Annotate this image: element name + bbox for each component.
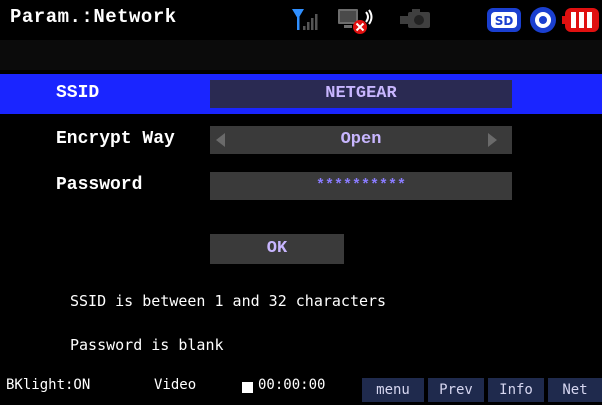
timecode: 00:00:00 [258,377,326,393]
password-label: Password [56,175,143,195]
encrypt-way-label: Encrypt Way [56,129,175,149]
record-indicator-icon [242,382,253,393]
header-divider [0,40,602,70]
monitor-disconnected-icon [338,9,373,34]
arrow-right-icon[interactable] [488,133,497,147]
status-icons: SD [0,0,602,40]
ok-button[interactable]: OK [210,234,344,264]
arrow-left-icon[interactable] [216,133,225,147]
softkey-net[interactable]: Net [548,378,602,402]
password-field[interactable]: ********** [210,172,512,200]
ssid-field[interactable]: NETGEAR [210,80,512,108]
softkey-info[interactable]: Info [488,378,544,402]
svg-text:SD: SD [495,14,514,28]
sd-card-icon: SD [487,8,521,32]
ssid-hint: SSID is between 1 and 32 characters [70,292,387,310]
mode-status: Video [154,377,197,393]
backlight-status: BKlight:ON [6,377,91,393]
status-bar: BKlight:ON Video 00:00:00 menu Prev Info… [0,372,602,405]
encrypt-way-row[interactable]: Encrypt Way Open [0,120,602,160]
battery-icon [562,8,599,32]
record-disc-icon [530,7,556,33]
camera-icon [400,9,430,28]
signal-icon [292,9,318,30]
encrypt-way-selector[interactable]: Open [210,126,512,154]
title-bar: Param.:Network SD [0,0,602,40]
ssid-label: SSID [56,83,100,103]
softkey-menu[interactable]: menu [362,378,424,402]
ssid-row[interactable]: SSID NETGEAR [0,74,602,114]
password-row[interactable]: Password ********** [0,166,602,206]
softkey-prev[interactable]: Prev [428,378,484,402]
password-hint: Password is blank [70,336,224,354]
